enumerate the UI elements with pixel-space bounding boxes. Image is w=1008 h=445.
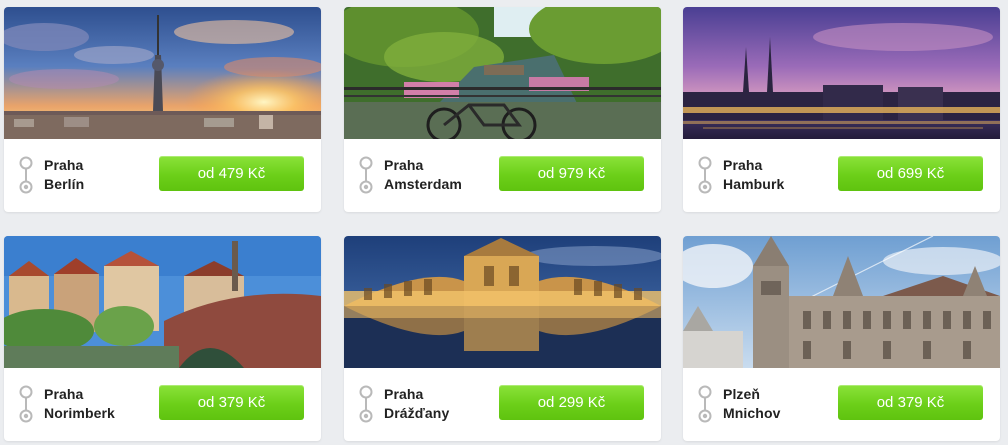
route-destination: Hamburk	[723, 176, 785, 192]
amsterdam-canal-bicycle-image	[344, 7, 661, 139]
route: Praha Hamburk	[697, 155, 827, 199]
price-button[interactable]: od 479 Kč	[159, 156, 304, 191]
route-origin: Praha	[723, 157, 763, 173]
route: Praha Drážďany	[358, 384, 488, 428]
route-origin: Praha	[384, 386, 424, 402]
connection-card[interactable]: Praha Hamburk od 699 Kč	[683, 7, 1000, 212]
munich-town-hall-image	[683, 236, 1000, 368]
route-origin: Plzeň	[723, 386, 761, 402]
route-origin: Praha	[384, 157, 424, 173]
berlin-skyline-sunset-image	[4, 7, 321, 139]
hamburg-night-skyline-image	[683, 7, 1000, 139]
connection-card[interactable]: Praha Berlín od 479 Kč	[4, 7, 321, 212]
dresden-zwinger-reflection-image	[344, 236, 661, 368]
connection-card[interactable]: Praha Drážďany od 299 Kč	[344, 236, 661, 441]
connection-card[interactable]: Praha Amsterdam od 979 Kč	[344, 7, 661, 212]
route-pin-icon	[19, 385, 33, 423]
price-button[interactable]: od 379 Kč	[159, 385, 304, 420]
route-origin: Praha	[44, 386, 84, 402]
price-button[interactable]: od 699 Kč	[838, 156, 983, 191]
route-destination: Norimberk	[44, 405, 115, 421]
route-pin-icon	[19, 156, 33, 194]
route-pin-icon	[698, 385, 712, 423]
route-pin-icon	[359, 385, 373, 423]
route-destination: Mnichov	[723, 405, 781, 421]
route-pin-icon	[359, 156, 373, 194]
route-destination: Amsterdam	[384, 176, 462, 192]
route-pin-icon	[698, 156, 712, 194]
route: Praha Norimberk	[18, 384, 148, 428]
connection-card[interactable]: Praha Norimberk od 379 Kč	[4, 236, 321, 441]
price-button[interactable]: od 379 Kč	[838, 385, 983, 420]
route: Plzeň Mnichov	[697, 384, 827, 428]
price-button[interactable]: od 979 Kč	[499, 156, 644, 191]
route-destination: Berlín	[44, 176, 85, 192]
route: Praha Amsterdam	[358, 155, 488, 199]
nuremberg-river-bridge-image	[4, 236, 321, 368]
connection-card[interactable]: Plzeň Mnichov od 379 Kč	[683, 236, 1000, 441]
route-destination: Drážďany	[384, 405, 450, 421]
route-origin: Praha	[44, 157, 84, 173]
route: Praha Berlín	[18, 155, 148, 199]
price-button[interactable]: od 299 Kč	[499, 385, 644, 420]
